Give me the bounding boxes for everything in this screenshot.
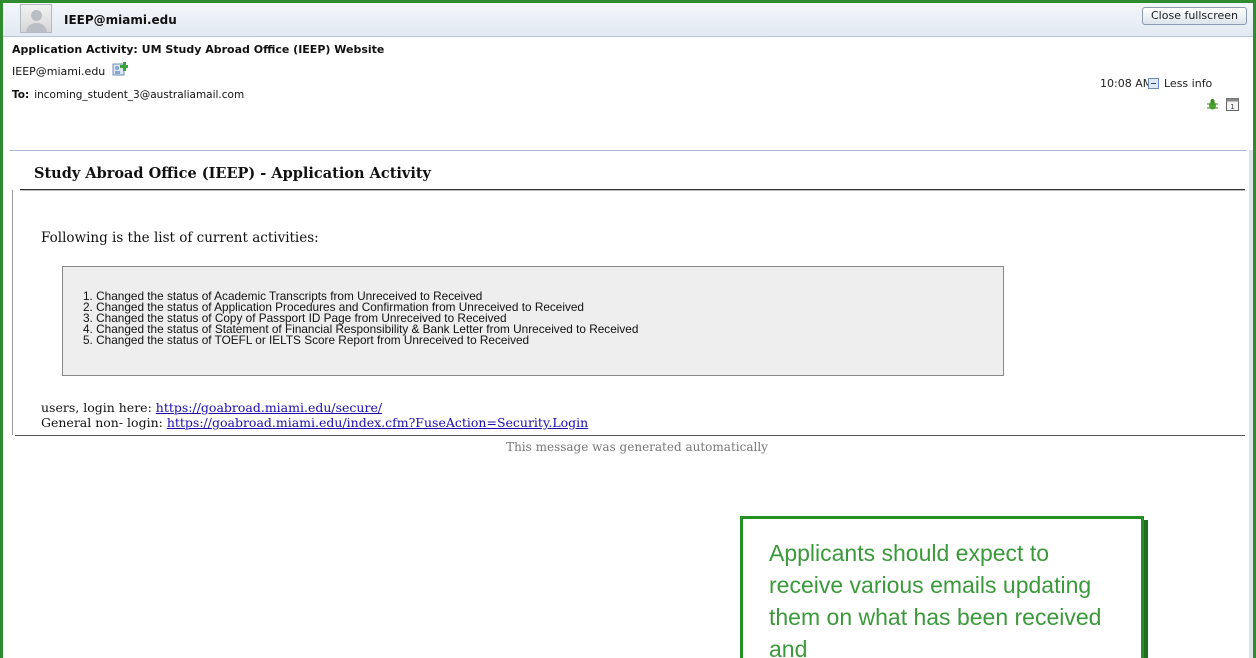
auto-generated-text: This message was generated automatically	[506, 440, 768, 454]
less-info-label[interactable]: Less info	[1164, 77, 1212, 90]
activity-item: 5. Changed the status of TOEFL or IELTS …	[83, 333, 530, 347]
annotation-callout: Applicants should expect to receive vari…	[740, 516, 1144, 658]
general-login-label: General non- login:	[41, 415, 167, 430]
sender-name: IEEP@miami.edu	[64, 13, 177, 27]
users-login-line: users, login here: https://goabroad.miam…	[41, 400, 588, 415]
minus-box-icon[interactable]	[1148, 78, 1159, 89]
close-fullscreen-button[interactable]: Close fullscreen	[1142, 7, 1247, 25]
users-login-link[interactable]: https://goabroad.miami.edu/secure/	[156, 400, 382, 415]
auto-generated-note: This message was generated automatically	[3, 440, 1253, 454]
bug-icon[interactable]	[1206, 98, 1219, 111]
calendar-icon[interactable]: 1	[1226, 97, 1239, 111]
viewer-top-bar: IEEP@miami.edu Close fullscreen	[3, 3, 1253, 37]
email-to[interactable]: incoming_student_3@australiamail.com	[34, 89, 244, 101]
to-label: To:	[12, 89, 30, 101]
less-info-toggle[interactable]: Less info	[1148, 77, 1212, 90]
header-divider	[9, 150, 1247, 151]
general-login-line: General non- login: https://goabroad.mia…	[41, 415, 588, 430]
email-viewer-frame: IEEP@miami.edu Close fullscreen Applicat…	[0, 0, 1256, 658]
avatar-placeholder-icon	[20, 4, 52, 33]
svg-text:1: 1	[1230, 103, 1234, 111]
email-from[interactable]: IEEP@miami.edu	[12, 65, 105, 78]
footer-rule	[15, 435, 1245, 436]
scrollbar-track[interactable]	[1249, 150, 1253, 658]
callout-text: Applicants should expect to receive vari…	[769, 540, 1102, 658]
add-contact-icon[interactable]	[112, 62, 128, 76]
login-links: users, login here: https://goabroad.miam…	[41, 400, 588, 430]
title-rule	[20, 189, 1245, 191]
left-margin-line	[12, 190, 13, 435]
message-title: Study Abroad Office (IEEP) - Application…	[34, 165, 431, 182]
message-intro: Following is the list of current activit…	[41, 230, 319, 246]
activity-list: 1. Changed the status of Academic Transc…	[62, 266, 1004, 376]
email-to-row: To: incoming_student_3@australiamail.com	[12, 89, 244, 101]
email-subject: Application Activity: UM Study Abroad Of…	[12, 43, 385, 56]
email-time: 10:08 AM	[1100, 77, 1153, 90]
general-login-link[interactable]: https://goabroad.miami.edu/index.cfm?Fus…	[167, 415, 588, 430]
users-login-label: users, login here:	[41, 400, 156, 415]
